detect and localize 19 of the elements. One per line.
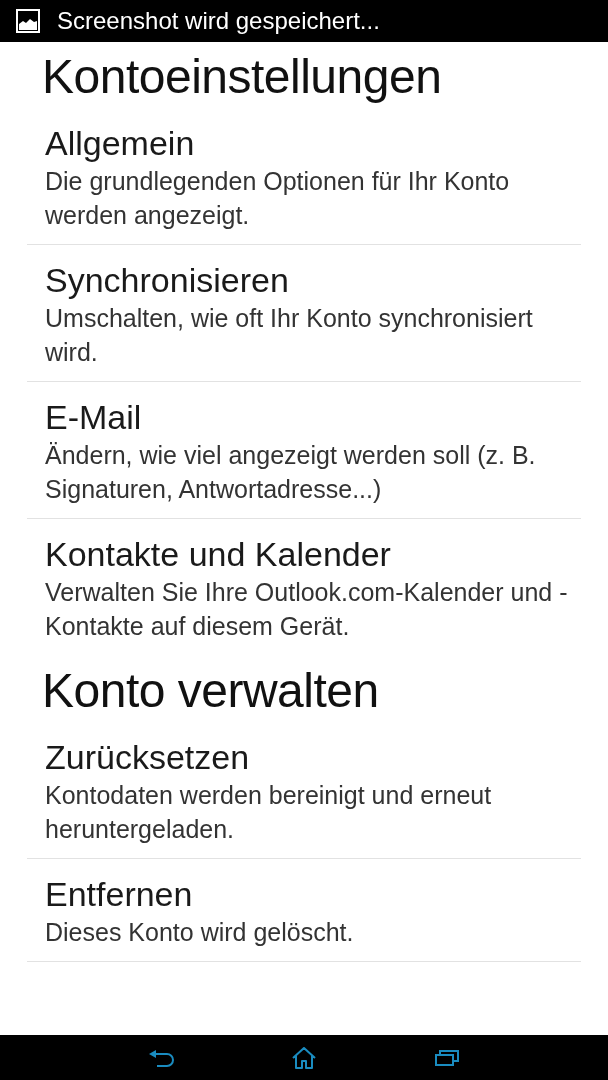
section-heading: Konto verwalten xyxy=(42,664,379,717)
section-heading: Kontoeinstellungen xyxy=(42,50,442,103)
back-icon[interactable] xyxy=(147,1048,176,1067)
setting-description: Verwalten Sie Ihre Outlook.com-Kalender und -Kontakte auf diesem Gerät. xyxy=(45,577,569,642)
setting-title[interactable]: Allgemein xyxy=(45,122,195,164)
setting-title[interactable]: Kontakte und Kalender xyxy=(45,533,391,575)
recent-apps-icon[interactable] xyxy=(434,1049,459,1066)
image-icon xyxy=(16,9,40,33)
setting-description: Umschalten, wie oft Ihr Konto synchronisiert wird. xyxy=(45,303,534,368)
setting-description: Kontodaten werden bereinigt und erneut heruntergeladen. xyxy=(45,780,493,845)
setting-title[interactable]: Zurücksetzen xyxy=(45,736,250,778)
setting-description: Die grundlegenden Optionen für Ihr Konto werden angezeigt. xyxy=(45,166,511,231)
setting-title[interactable]: Synchronisieren xyxy=(45,259,289,301)
setting-description: Ändern, wie viel angezeigt werden soll (z. B. Signaturen, Antwortadresse...) xyxy=(45,440,537,505)
setting-title[interactable]: E-Mail xyxy=(45,396,142,438)
home-icon[interactable] xyxy=(292,1046,316,1069)
setting-description: Dieses Konto wird gelöscht. xyxy=(45,917,355,948)
notification-text: Screenshot wird gespeichert... xyxy=(57,7,380,35)
setting-title[interactable]: Entfernen xyxy=(45,873,193,915)
